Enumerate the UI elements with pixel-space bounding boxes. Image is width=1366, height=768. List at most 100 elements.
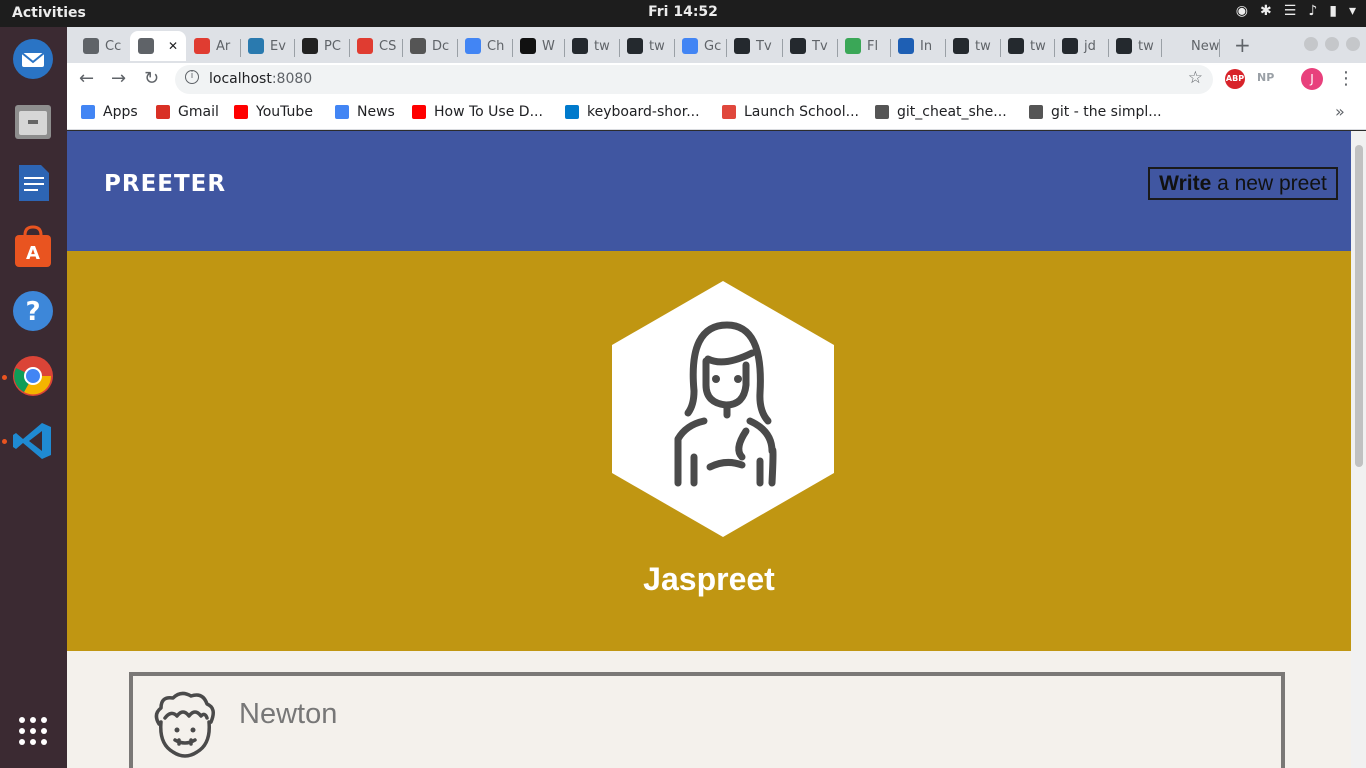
navigation-bar: ← → ↻ i localhost:8080 ☆ ABP NP J ⋮ — [67, 63, 1366, 96]
browser-tab[interactable]: tw — [1108, 31, 1161, 61]
bookmark-item[interactable]: Launch School... — [722, 104, 859, 120]
bookmark-favicon-icon — [234, 105, 248, 119]
bookmark-item[interactable]: News — [335, 104, 395, 120]
scrollbar-thumb[interactable] — [1355, 145, 1363, 467]
browser-tab[interactable]: Tv — [782, 31, 837, 61]
new-tab-button[interactable]: + — [1234, 33, 1251, 57]
svg-text:?: ? — [25, 297, 40, 327]
maximize-button[interactable] — [1325, 37, 1339, 51]
tab-favicon-icon — [520, 38, 536, 54]
tab-label: Tv — [812, 38, 828, 54]
bookmark-label: keyboard-shor... — [587, 104, 700, 120]
tab-favicon-icon — [845, 38, 861, 54]
system-menu-chevron-icon[interactable]: ▾ — [1349, 3, 1356, 19]
battery-icon[interactable]: ▮ — [1329, 3, 1337, 19]
bookmark-item[interactable]: Apps — [81, 104, 138, 120]
chrome-menu-icon[interactable]: ⋮ — [1337, 68, 1355, 89]
tab-favicon-icon — [627, 38, 643, 54]
bookmark-item[interactable]: How To Use D... — [412, 104, 543, 120]
tab-label: CS — [379, 38, 397, 54]
write-new-preet-button[interactable]: Write a new preet — [1148, 167, 1338, 200]
url-text[interactable]: localhost:8080 — [209, 71, 312, 87]
browser-tab[interactable]: Dc — [402, 31, 457, 61]
browser-tab[interactable]: W — [512, 31, 564, 61]
wifi-icon[interactable]: ☰ — [1284, 3, 1297, 19]
thunderbird-icon[interactable] — [9, 35, 57, 83]
more-bookmarks-chevron-icon[interactable]: » — [1335, 102, 1345, 121]
bookmark-item[interactable]: YouTube — [234, 104, 313, 120]
tab-favicon-icon — [357, 38, 373, 54]
tab-label: Ev — [270, 38, 286, 54]
profile-name: Jaspreet — [643, 561, 775, 597]
software-center-icon[interactable]: A — [9, 223, 57, 271]
system-tray: ◉ ✱ ☰ ♪ ▮ ▾ — [1236, 3, 1356, 19]
tab-separator — [1219, 39, 1220, 57]
writer-icon[interactable] — [9, 159, 57, 207]
browser-tab[interactable]: In — [890, 31, 945, 61]
browser-tab[interactable]: Ev — [240, 31, 294, 61]
tab-label: tw — [1138, 38, 1154, 54]
preet-card: Newton — [129, 672, 1285, 768]
browser-tab[interactable]: jd — [1054, 31, 1108, 61]
close-window-button[interactable] — [1346, 37, 1360, 51]
browser-tab[interactable]: tw — [564, 31, 619, 61]
page-scrollbar[interactable] — [1351, 131, 1366, 768]
tab-favicon-icon — [953, 38, 969, 54]
tab-label: New — [1191, 38, 1219, 54]
bookmark-item[interactable]: keyboard-shor... — [565, 104, 700, 120]
system-top-bar: Activities Fri 14:52 ◉ ✱ ☰ ♪ ▮ ▾ — [0, 0, 1366, 27]
tab-favicon-icon — [898, 38, 914, 54]
back-icon[interactable]: ← — [79, 68, 94, 89]
bookmarks-bar: » Apps Gmail YouTube News How To Use D... key… — [67, 96, 1366, 130]
chrome-icon[interactable] — [9, 352, 57, 400]
clock[interactable]: Fri 14:52 — [0, 4, 1366, 20]
browser-tab[interactable]: Fl — [837, 31, 890, 61]
bookmark-star-icon[interactable]: ☆ — [1188, 68, 1203, 88]
browser-tab[interactable]: ✕ — [130, 31, 186, 61]
bookmark-label: YouTube — [256, 104, 313, 120]
site-logo[interactable]: PREETER — [104, 171, 226, 197]
profile-avatar[interactable]: J — [1301, 68, 1323, 90]
tab-favicon-icon — [302, 38, 318, 54]
web-page: PREETER Write a new preet Jaspreet Newto… — [67, 131, 1351, 768]
profile-avatar-hexagon — [612, 281, 834, 537]
bookmark-item[interactable]: git_cheat_she... — [875, 104, 1007, 120]
close-tab-icon[interactable]: ✕ — [168, 39, 178, 53]
help-icon[interactable]: ? — [9, 287, 57, 335]
tab-label: In — [920, 38, 933, 54]
tab-favicon-icon — [572, 38, 588, 54]
reload-icon[interactable]: ↻ — [144, 68, 159, 89]
tab-favicon-icon — [83, 38, 99, 54]
bookmark-label: Apps — [103, 104, 138, 120]
browser-tab[interactable]: CS — [349, 31, 402, 61]
address-bar[interactable]: i localhost:8080 ☆ — [175, 65, 1213, 94]
forward-icon[interactable]: → — [111, 68, 126, 89]
np-extension-icon[interactable]: NP — [1257, 71, 1274, 84]
show-applications-icon[interactable] — [9, 707, 57, 755]
bookmark-label: git_cheat_she... — [897, 104, 1007, 120]
adblock-plus-icon[interactable]: ABP — [1225, 69, 1245, 89]
browser-tab[interactable]: Tv — [726, 31, 782, 61]
browser-tab[interactable]: tw — [619, 31, 674, 61]
browser-tab[interactable]: New — [1161, 31, 1219, 61]
browser-tab[interactable]: tw — [1000, 31, 1054, 61]
vscode-icon[interactable] — [9, 417, 57, 465]
discord-icon[interactable]: ◉ — [1236, 3, 1248, 19]
svg-text:A: A — [26, 243, 40, 264]
tab-label: tw — [1030, 38, 1046, 54]
slack-icon[interactable]: ✱ — [1260, 3, 1272, 19]
browser-tab[interactable]: tw — [945, 31, 1000, 61]
browser-tab[interactable]: Cc — [75, 31, 130, 61]
browser-tab[interactable]: Ch — [457, 31, 512, 61]
tab-label: tw — [594, 38, 610, 54]
browser-tab[interactable]: Ar — [186, 31, 240, 61]
bookmark-item[interactable]: Gmail — [156, 104, 219, 120]
bookmark-favicon-icon — [722, 105, 736, 119]
browser-tab[interactable]: Gc — [674, 31, 726, 61]
site-info-icon[interactable]: i — [185, 70, 199, 84]
bookmark-item[interactable]: git - the simpl... — [1029, 104, 1162, 120]
files-icon[interactable] — [9, 97, 57, 145]
minimize-button[interactable] — [1304, 37, 1318, 51]
volume-icon[interactable]: ♪ — [1308, 3, 1317, 19]
browser-tab[interactable]: PC — [294, 31, 349, 61]
